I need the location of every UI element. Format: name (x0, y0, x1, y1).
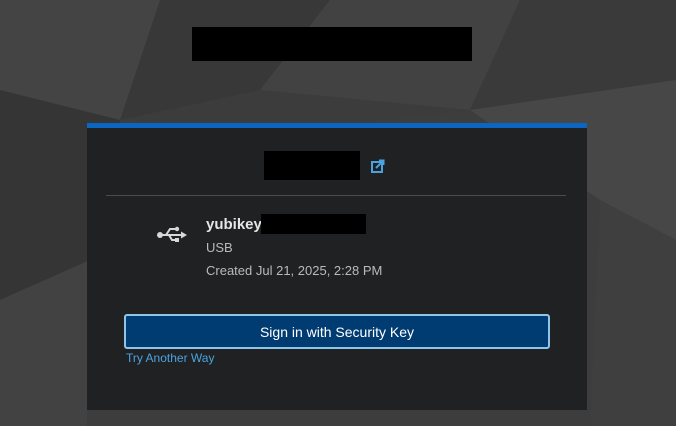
try-another-way-link[interactable]: Try Another Way (126, 351, 214, 365)
card-title-redacted (264, 151, 360, 180)
divider (106, 195, 566, 196)
authenticator-created-date: Created Jul 21, 2025, 2:28 PM (206, 263, 383, 278)
authenticator-transport: USB (206, 240, 233, 255)
signin-security-key-button[interactable]: Sign in with Security Key (124, 314, 550, 349)
external-link-icon[interactable] (371, 159, 385, 173)
authenticator-name-redacted (261, 214, 366, 234)
usb-icon (157, 226, 187, 242)
login-card: yubikey USB Created Jul 21, 2025, 2:28 P… (87, 123, 587, 410)
authenticator-name: yubikey (206, 216, 262, 233)
header-redacted (192, 27, 472, 61)
